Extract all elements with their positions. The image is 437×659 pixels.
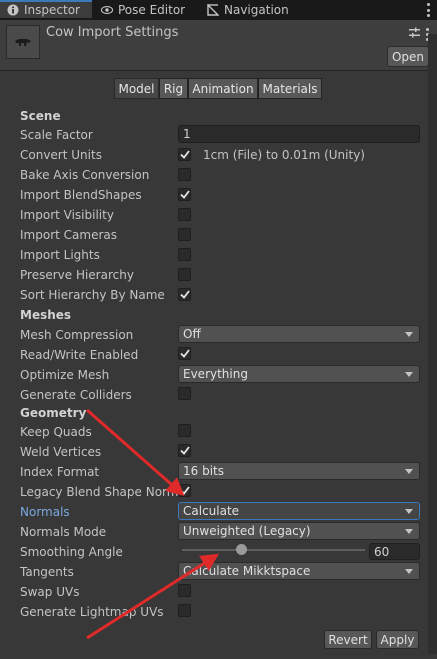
smoothing-angle-slider-handle[interactable] — [236, 544, 247, 555]
presets-icon[interactable] — [409, 27, 420, 41]
mesh-compression-dropdown[interactable]: Off — [178, 325, 420, 343]
chevron-down-icon — [405, 372, 413, 377]
index-format-dropdown[interactable]: 16 bits — [178, 462, 420, 480]
dropdown-value: Off — [183, 327, 201, 341]
convert-units-note: 1cm (File) to 0.01m (Unity) — [203, 148, 365, 162]
legacy-blend-shape-checkbox[interactable] — [178, 484, 191, 497]
tab-label: Navigation — [224, 3, 289, 17]
chevron-down-icon — [405, 509, 413, 514]
import-blendshapes-label: Import BlendShapes — [20, 188, 142, 202]
eye-icon — [101, 4, 113, 16]
weld-vertices-checkbox[interactable] — [178, 444, 191, 457]
dropdown-value: 16 bits — [183, 464, 224, 478]
generate-colliders-checkbox[interactable] — [178, 387, 191, 400]
keep-quads-checkbox[interactable] — [178, 424, 191, 437]
tab-model[interactable]: Model — [114, 78, 159, 99]
checkmark-icon — [179, 150, 190, 159]
import-lights-checkbox[interactable] — [178, 248, 191, 261]
dropdown-value: Everything — [183, 367, 248, 381]
swap-uvs-label: Swap UVs — [20, 585, 80, 599]
keep-quads-label: Keep Quads — [20, 425, 92, 439]
header-icons — [409, 27, 429, 41]
generate-colliders-label: Generate Colliders — [20, 388, 132, 402]
section-meshes: Meshes — [20, 308, 72, 322]
open-button[interactable]: Open — [387, 46, 429, 67]
scale-factor-input[interactable]: 1 — [178, 125, 420, 143]
tab-inspector[interactable]: Inspector — [0, 0, 92, 18]
bake-axis-checkbox[interactable] — [178, 168, 191, 181]
optimize-mesh-label: Optimize Mesh — [20, 368, 110, 382]
import-cameras-label: Import Cameras — [20, 228, 117, 242]
generate-lightmap-uvs-checkbox[interactable] — [178, 604, 191, 617]
checkmark-icon — [179, 349, 190, 358]
checkmark-icon — [179, 446, 190, 455]
chevron-down-icon — [405, 529, 413, 534]
tangents-dropdown[interactable]: Calculate Mikktspace — [178, 562, 420, 580]
convert-units-checkbox[interactable] — [178, 148, 191, 161]
preserve-hierarchy-checkbox[interactable] — [178, 268, 191, 281]
checkmark-icon — [179, 190, 190, 199]
sort-hierarchy-label: Sort Hierarchy By Name — [20, 288, 165, 302]
inspector-header: Cow Import Settings Open — [0, 20, 437, 71]
tab-animation[interactable]: Animation — [188, 78, 258, 99]
import-cameras-checkbox[interactable] — [178, 228, 191, 241]
import-visibility-checkbox[interactable] — [178, 208, 191, 221]
normals-mode-dropdown[interactable]: Unweighted (Legacy) — [178, 522, 420, 540]
window-tab-bar: Inspector Pose Editor Navigation — [0, 0, 437, 20]
smoothing-angle-label: Smoothing Angle — [20, 545, 123, 559]
preserve-hierarchy-label: Preserve Hierarchy — [20, 268, 134, 282]
normals-mode-label: Normals Mode — [20, 525, 107, 539]
generate-lightmap-uvs-label: Generate Lightmap UVs — [20, 605, 164, 619]
section-scene: Scene — [20, 109, 61, 123]
smoothing-angle-input[interactable]: 60 — [369, 543, 420, 560]
navigation-icon — [207, 4, 219, 16]
dropdown-value: Calculate Mikktspace — [183, 564, 311, 578]
tab-rig[interactable]: Rig — [159, 78, 188, 99]
apply-button[interactable]: Apply — [376, 630, 419, 649]
section-geometry: Geometry — [20, 406, 87, 420]
more-options-icon[interactable] — [427, 3, 431, 17]
cow-icon — [15, 39, 31, 46]
checkmark-icon — [179, 290, 190, 299]
scrollbar[interactable] — [428, 34, 437, 654]
chevron-down-icon — [405, 469, 413, 474]
import-visibility-label: Import Visibility — [20, 208, 114, 222]
convert-units-label: Convert Units — [20, 148, 102, 162]
revert-button[interactable]: Revert — [324, 630, 372, 649]
index-format-label: Index Format — [20, 465, 100, 479]
model-thumbnail — [6, 25, 40, 59]
normals-label: Normals — [20, 505, 70, 519]
chevron-down-icon — [405, 569, 413, 574]
tab-materials[interactable]: Materials — [258, 78, 322, 99]
read-write-label: Read/Write Enabled — [20, 348, 139, 362]
weld-vertices-label: Weld Vertices — [20, 445, 102, 459]
checkmark-icon — [179, 486, 190, 495]
smoothing-angle-slider-track[interactable] — [182, 549, 365, 551]
tab-navigation[interactable]: Navigation — [207, 0, 289, 20]
read-write-checkbox[interactable] — [178, 347, 191, 360]
tab-pose-editor[interactable]: Pose Editor — [101, 0, 185, 20]
dropdown-value: Unweighted (Legacy) — [183, 524, 311, 538]
optimize-mesh-dropdown[interactable]: Everything — [178, 365, 420, 383]
tab-label: Inspector — [24, 3, 80, 17]
tab-label: Pose Editor — [118, 3, 186, 17]
tangents-label: Tangents — [20, 565, 74, 579]
bake-axis-label: Bake Axis Conversion — [20, 168, 150, 182]
legacy-blend-shape-label: Legacy Blend Shape Norma — [20, 485, 186, 499]
import-lights-label: Import Lights — [20, 248, 100, 262]
chevron-down-icon — [405, 332, 413, 337]
sort-hierarchy-checkbox[interactable] — [178, 288, 191, 301]
mesh-compression-label: Mesh Compression — [20, 328, 134, 342]
info-icon — [7, 4, 19, 16]
page-title: Cow Import Settings — [46, 25, 179, 40]
scale-factor-label: Scale Factor — [20, 128, 93, 142]
swap-uvs-checkbox[interactable] — [178, 584, 191, 597]
import-blendshapes-checkbox[interactable] — [178, 188, 191, 201]
normals-dropdown[interactable]: Calculate — [178, 502, 420, 520]
dropdown-value: Calculate — [183, 504, 240, 518]
